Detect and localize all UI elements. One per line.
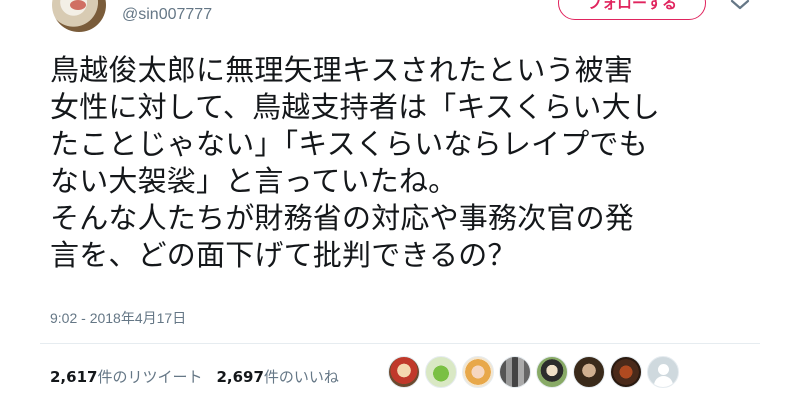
like-count: 2,697	[216, 368, 264, 386]
author-handle[interactable]: @sin007777	[122, 6, 212, 24]
like-label: 件のいいね	[263, 368, 339, 386]
like-stat[interactable]: 2,697件のいいね	[216, 366, 338, 387]
chevron-down-icon[interactable]	[728, 0, 752, 14]
liker-avatar[interactable]	[388, 356, 420, 388]
liker-avatar[interactable]	[462, 356, 494, 388]
liker-avatar[interactable]	[573, 356, 605, 388]
avatar-head-shape	[658, 364, 669, 375]
liker-avatar[interactable]	[425, 356, 457, 388]
tweet-timestamp[interactable]: 9:02 - 2018年4月17日	[50, 308, 186, 328]
tweet-stats: 2,617件のリツイート 2,697件のいいね	[50, 366, 339, 387]
liker-avatar[interactable]	[499, 356, 531, 388]
retweet-count: 2,617	[50, 368, 98, 386]
author-avatar[interactable]	[52, 0, 106, 32]
follow-button[interactable]: フォローする	[558, 0, 706, 20]
default-avatar-icon[interactable]	[647, 356, 679, 388]
retweet-label: 件のリツイート	[97, 368, 203, 386]
liker-avatar[interactable]	[536, 356, 568, 388]
liker-avatar[interactable]	[610, 356, 642, 388]
likers-avatars	[388, 356, 679, 388]
retweet-stat[interactable]: 2,617件のリツイート	[50, 366, 202, 387]
stats-divider	[40, 343, 760, 344]
tweet-text: 鳥越俊太郎に無理矢理キスされたという被害 女性に対して、鳥越支持者は「キスくらい…	[50, 53, 661, 272]
avatar-body-shape	[654, 376, 673, 387]
